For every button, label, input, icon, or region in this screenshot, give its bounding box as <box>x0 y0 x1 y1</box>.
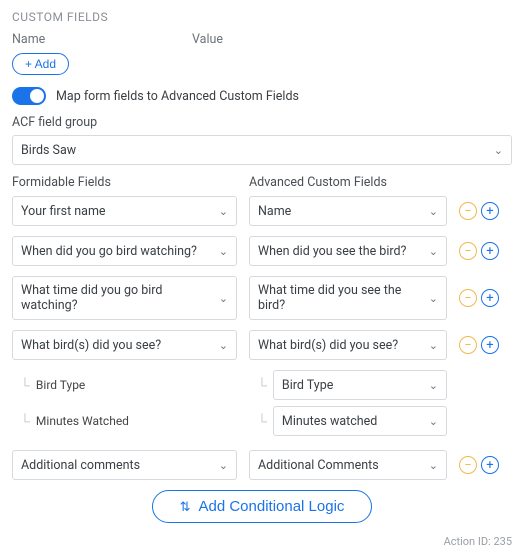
acf-subfield-value: Bird Type <box>282 378 333 393</box>
chevron-down-icon: ⌄ <box>429 339 438 352</box>
chevron-down-icon: ⌄ <box>429 245 438 258</box>
map-row: When did you go bird watching?⌄When did … <box>12 236 512 266</box>
chevron-down-icon: ⌄ <box>429 379 438 392</box>
acf-group-select[interactable]: Birds Saw ⌄ <box>12 135 512 165</box>
tree-icon: └ <box>20 413 30 430</box>
row-actions: −+ <box>459 336 499 354</box>
chevron-down-icon: ⌄ <box>429 459 438 472</box>
add-button-label: + Add <box>25 57 56 71</box>
add-row-icon[interactable]: + <box>481 242 499 260</box>
toggle-knob <box>30 89 44 103</box>
shuffle-icon: ⇅ <box>180 499 191 515</box>
row-actions: −+ <box>459 202 499 220</box>
section-title: CUSTOM FIELDS <box>12 10 512 24</box>
formidable-field-select[interactable]: When did you go bird watching? ⌄ <box>12 236 237 266</box>
header-name: Name <box>12 32 192 47</box>
acf-field-select[interactable]: Additional Comments ⌄ <box>249 450 447 480</box>
remove-row-icon[interactable]: − <box>459 336 477 354</box>
chevron-down-icon: ⌄ <box>219 245 228 258</box>
chevron-down-icon: ⌄ <box>494 144 503 157</box>
acf-group-value: Birds Saw <box>21 143 76 158</box>
custom-fields-header: Name Value <box>12 32 512 47</box>
acf-group-label: ACF field group <box>12 115 512 130</box>
formidable-field-value: Your first name <box>21 204 106 219</box>
acf-subfield-select[interactable]: Minutes watched ⌄ <box>273 406 447 436</box>
sub-left-label: Minutes Watched <box>36 414 129 428</box>
acf-field-value: Name <box>258 204 291 219</box>
add-row-icon[interactable]: + <box>481 456 499 474</box>
remove-row-icon[interactable]: − <box>459 289 477 307</box>
chevron-down-icon: ⌄ <box>429 205 438 218</box>
remove-row-icon[interactable]: − <box>459 456 477 474</box>
sub-left-label: Bird Type <box>36 378 85 392</box>
formidable-field-value: When did you go bird watching? <box>21 244 197 259</box>
formidable-field-select[interactable]: What time did you go bird watching?⌄ <box>12 276 237 320</box>
add-row-icon[interactable]: + <box>481 336 499 354</box>
sub-map-row: └ Minutes Watched └ Minutes watched ⌄ <box>12 406 512 436</box>
acf-field-select[interactable]: What bird(s) did you see? ⌄ <box>249 330 447 360</box>
row-actions: −+ <box>459 289 499 307</box>
map-row: Your first name ⌄ Name ⌄ −+ <box>12 196 512 226</box>
chevron-down-icon: ⌄ <box>219 339 228 352</box>
col-right-label: Advanced Custom Fields <box>249 175 512 190</box>
acf-subfield-select[interactable]: Bird Type ⌄ <box>273 370 447 400</box>
add-row-icon[interactable]: + <box>481 202 499 220</box>
row-actions: − + <box>459 456 499 474</box>
add-button[interactable]: + Add <box>12 53 69 75</box>
chevron-down-icon: ⌄ <box>429 292 438 305</box>
tree-icon: └ <box>257 377 267 394</box>
acf-group-block: ACF field group Birds Saw ⌄ <box>12 115 512 165</box>
action-id-footer: Action ID: 235 <box>12 535 512 548</box>
formidable-field-select[interactable]: Additional comments ⌄ <box>12 450 237 480</box>
acf-field-value: Additional Comments <box>258 458 379 473</box>
formidable-field-select[interactable]: What bird(s) did you see? ⌄ <box>12 330 237 360</box>
formidable-field-select[interactable]: Your first name ⌄ <box>12 196 237 226</box>
map-row: Additional comments ⌄ Additional Comment… <box>12 450 512 480</box>
map-row: What time did you go bird watching?⌄What… <box>12 276 512 320</box>
chevron-down-icon: ⌄ <box>219 459 228 472</box>
acf-field-value: What time did you see the bird? <box>258 283 429 313</box>
sub-left: └ Minutes Watched <box>12 413 237 430</box>
remove-row-icon[interactable]: − <box>459 202 477 220</box>
row-actions: −+ <box>459 242 499 260</box>
formidable-field-value: What time did you go bird watching? <box>21 283 219 313</box>
chevron-down-icon: ⌄ <box>219 205 228 218</box>
acf-toggle-label: Map form fields to Advanced Custom Field… <box>56 89 299 104</box>
sub-left: └ Bird Type <box>12 377 237 394</box>
mapping-col-labels: Formidable Fields Advanced Custom Fields <box>12 175 512 190</box>
acf-field-select[interactable]: What time did you see the bird?⌄ <box>249 276 447 320</box>
cond-button-label: Add Conditional Logic <box>198 498 344 515</box>
tree-icon: └ <box>20 377 30 394</box>
col-left-label: Formidable Fields <box>12 175 237 190</box>
remove-row-icon[interactable]: − <box>459 242 477 260</box>
sub-map-row: └ Bird Type └ Bird Type ⌄ <box>12 370 512 400</box>
header-value: Value <box>192 32 372 47</box>
acf-toggle-row: Map form fields to Advanced Custom Field… <box>12 87 512 105</box>
add-conditional-logic-button[interactable]: ⇅ Add Conditional Logic <box>152 490 372 523</box>
sub-right-wrap: └ Minutes watched ⌄ <box>249 406 447 436</box>
acf-toggle[interactable] <box>12 87 46 105</box>
map-row: What bird(s) did you see?⌄What bird(s) d… <box>12 330 512 360</box>
acf-field-value: What bird(s) did you see? <box>258 338 398 353</box>
acf-field-value: When did you see the bird? <box>258 244 406 259</box>
sub-right-wrap: └ Bird Type ⌄ <box>249 370 447 400</box>
formidable-field-value: What bird(s) did you see? <box>21 338 161 353</box>
formidable-field-value: Additional comments <box>21 458 140 473</box>
chevron-down-icon: ⌄ <box>219 292 228 305</box>
tree-icon: └ <box>257 413 267 430</box>
acf-field-select[interactable]: When did you see the bird? ⌄ <box>249 236 447 266</box>
chevron-down-icon: ⌄ <box>429 415 438 428</box>
add-row-icon[interactable]: + <box>481 289 499 307</box>
acf-subfield-value: Minutes watched <box>282 414 377 429</box>
acf-field-select[interactable]: Name ⌄ <box>249 196 447 226</box>
